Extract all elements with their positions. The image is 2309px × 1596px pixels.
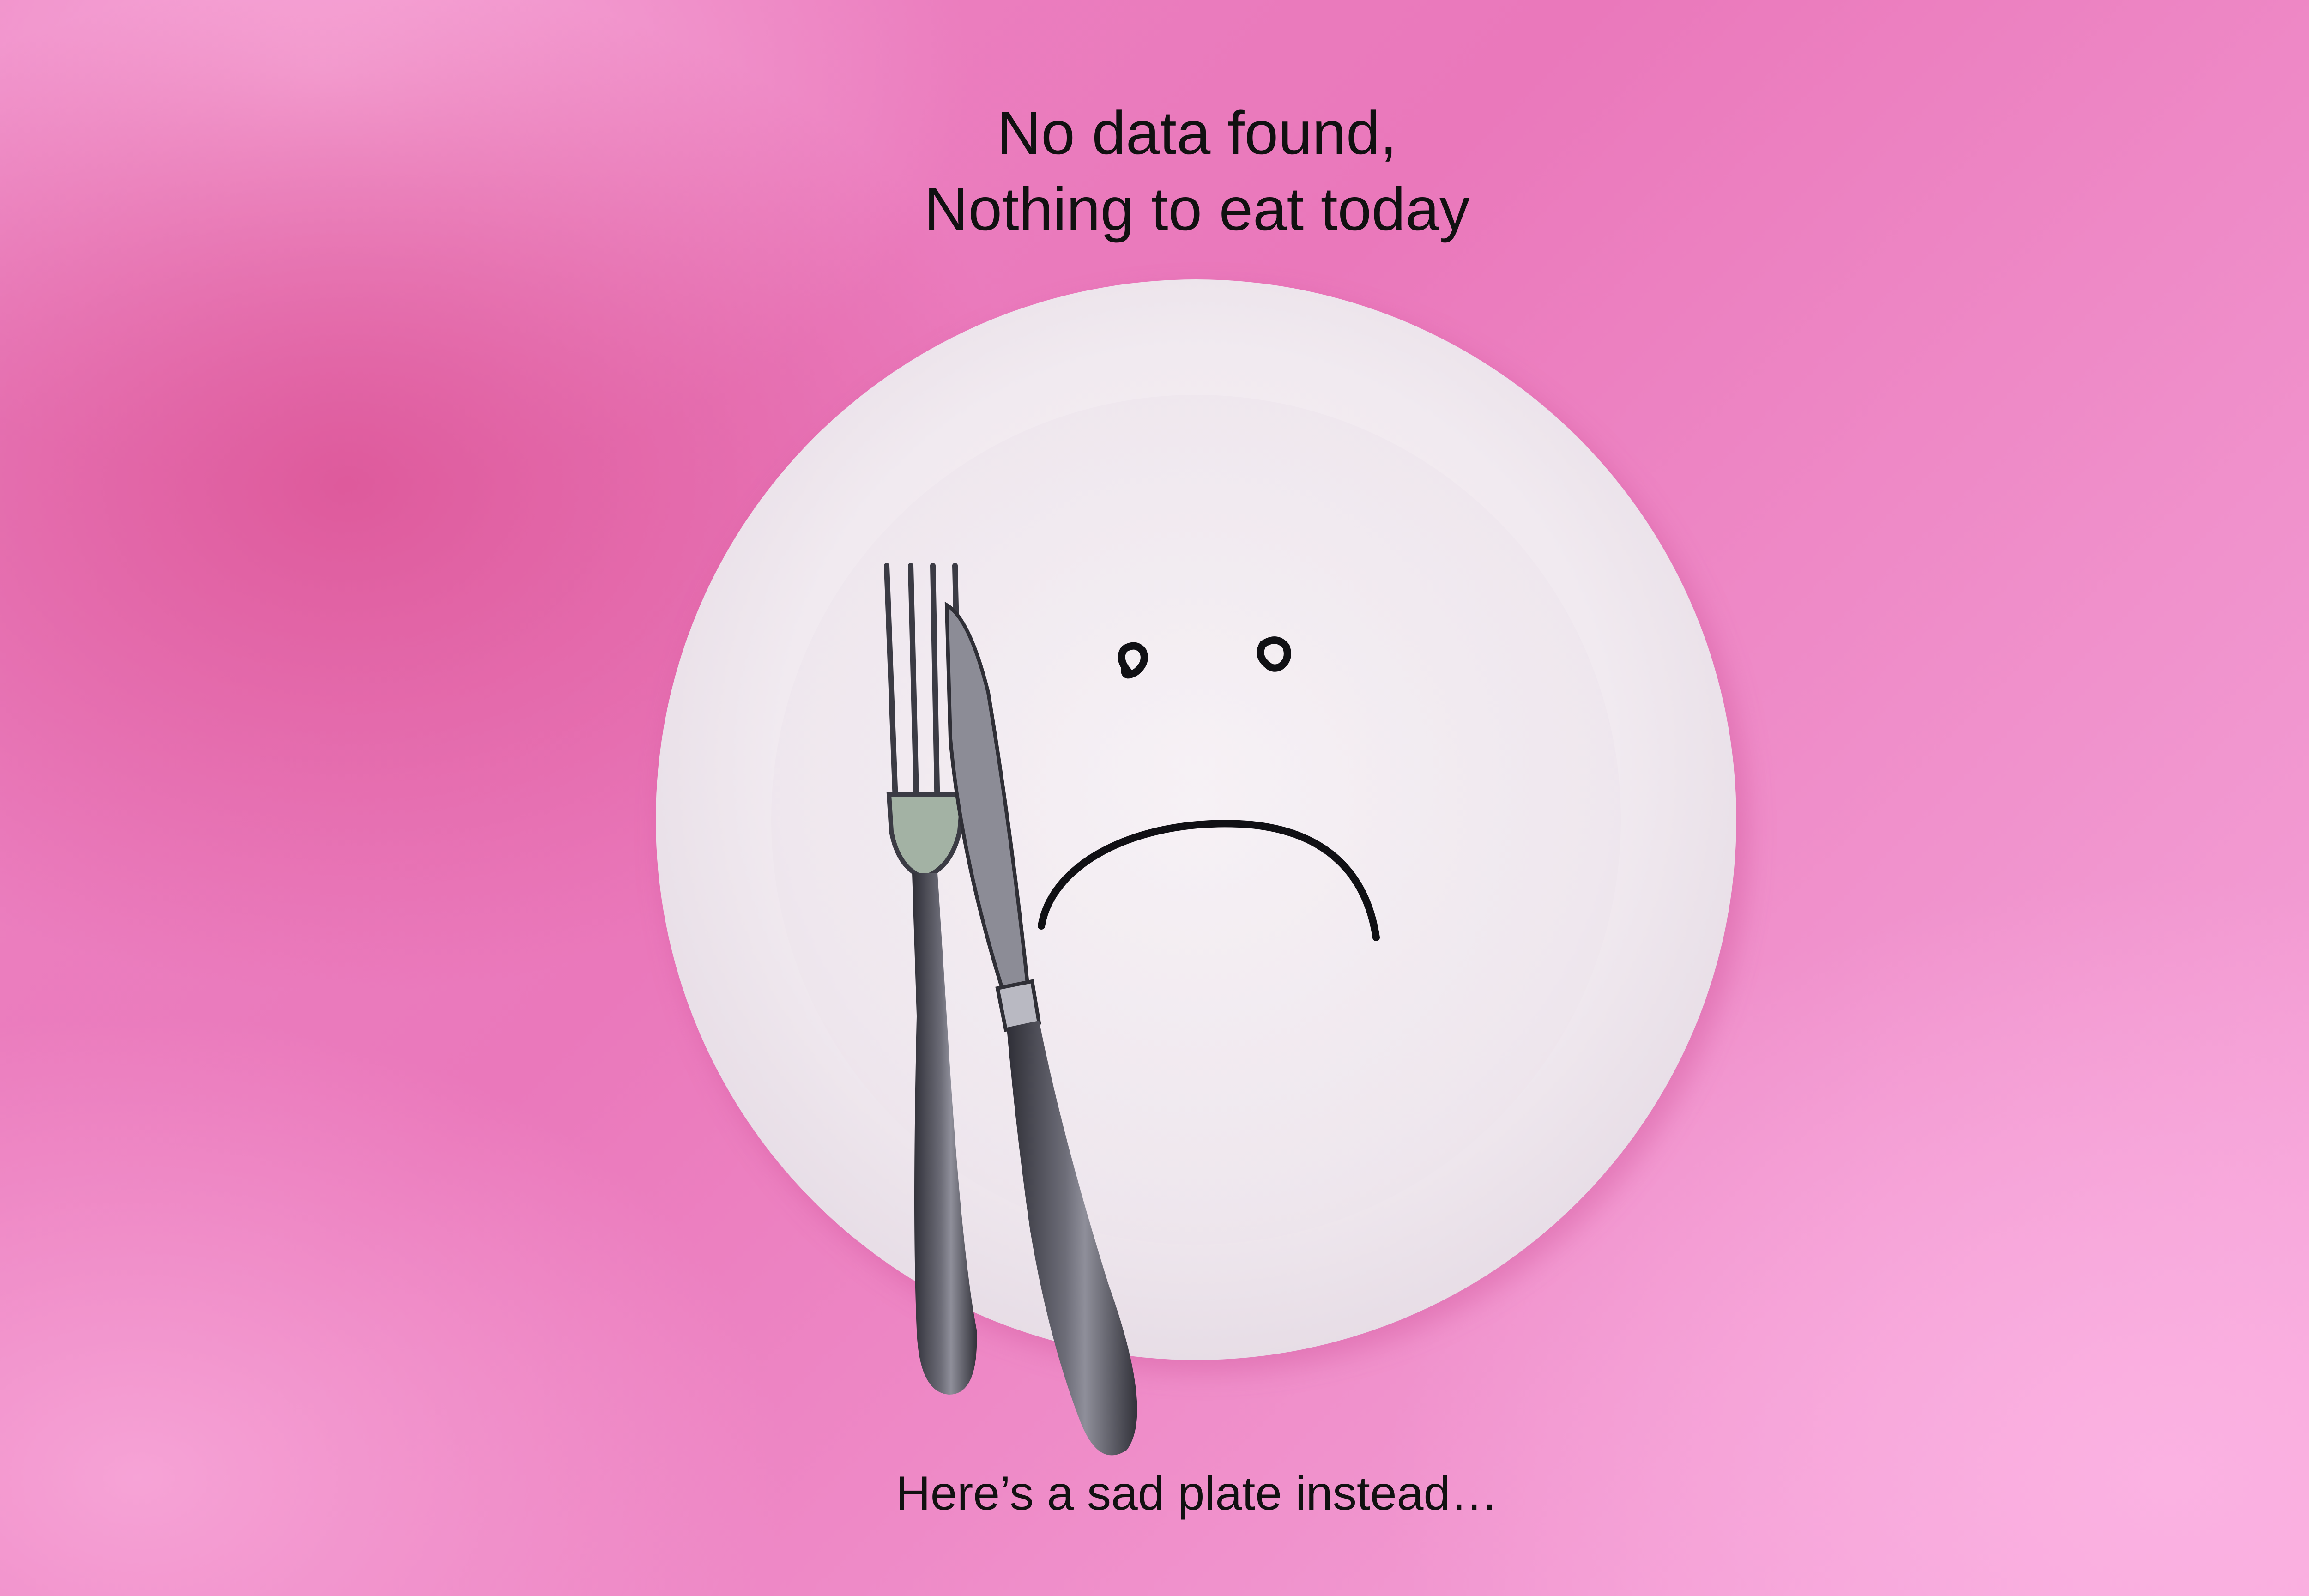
sad-plate-illustration	[656, 279, 1748, 1456]
plate-icon	[656, 279, 1736, 1360]
empty-state-caption: Here’s a sad plate instead…	[895, 1467, 1499, 1520]
